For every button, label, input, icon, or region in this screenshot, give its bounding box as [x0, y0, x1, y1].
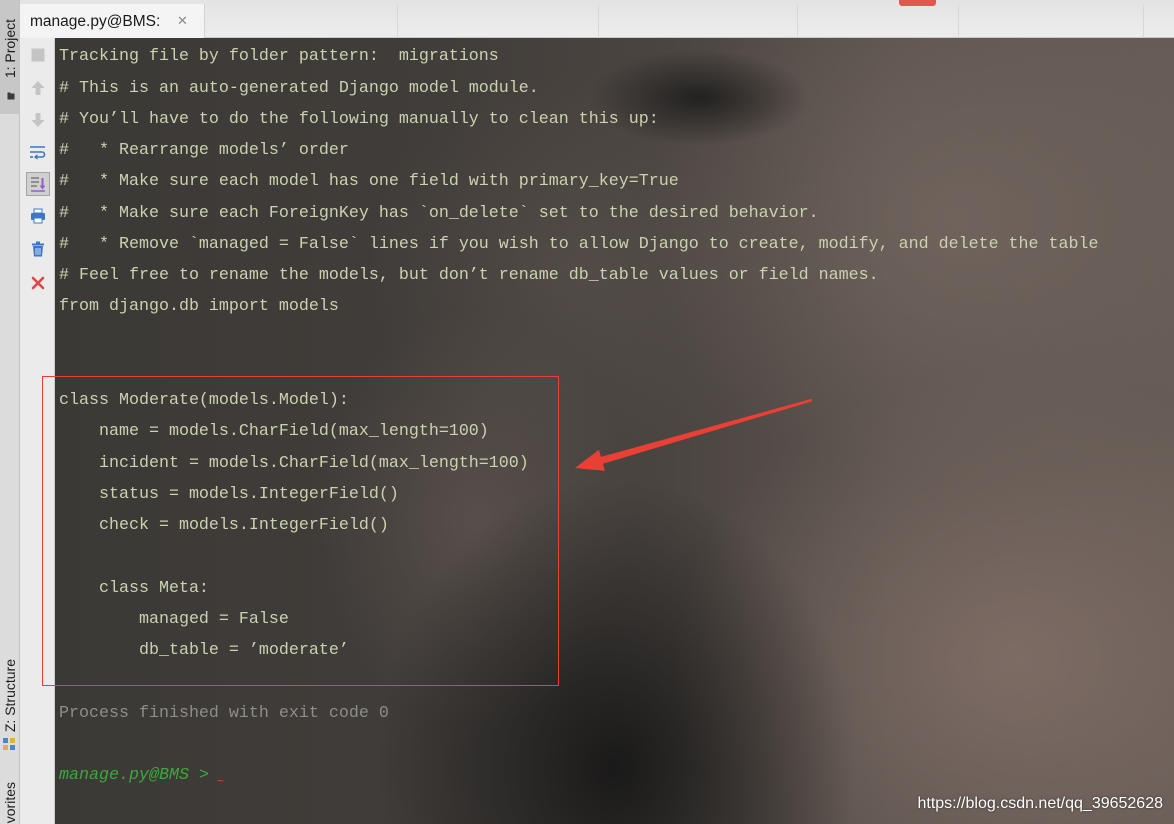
tab-label: manage.py@BMS: [30, 13, 161, 30]
console-line: Tracking file by folder pattern: migrati… [59, 47, 499, 67]
header-divider [397, 5, 398, 38]
console-toolbar [20, 38, 55, 824]
clear-all-button[interactable] [26, 237, 50, 261]
console-line: # * Make sure each model has one field w… [59, 172, 679, 192]
watermark: https://blog.csdn.net/qq_39652628 [917, 795, 1163, 812]
prompt-cursor-marker: ~ [216, 775, 225, 790]
tool-window-tab-favorites[interactable]: vorites [2, 782, 18, 823]
header-divider [958, 5, 959, 38]
console-text: Tracking file by folder pattern: migrati… [59, 41, 1174, 791]
scroll-to-end-icon [31, 177, 46, 192]
header-divider [797, 5, 798, 38]
scroll-up-icon [31, 81, 45, 95]
model-field-line: status = models.IntegerField() [59, 484, 399, 504]
console-line: # * Remove `managed = False` lines if yo… [59, 234, 1099, 254]
tool-window-tab-project[interactable]: 1: Project [2, 19, 18, 78]
model-field-line: incident = models.CharField(max_length=1… [59, 453, 529, 473]
console-line: # * Make sure each ForeignKey has `on_de… [59, 203, 819, 223]
console-line: # * Rearrange models’ order [59, 141, 349, 161]
close-console-button[interactable] [26, 271, 50, 295]
left-tool-window-rail: 1: Project Z: Structure vorites [0, 0, 20, 824]
model-field-line: name = models.CharField(max_length=100) [59, 422, 489, 442]
print-button[interactable] [26, 204, 50, 228]
soft-wrap-button[interactable] [26, 140, 50, 164]
model-class-line: class Moderate(models.Model): [59, 391, 349, 411]
model-field-line: check = models.IntegerField() [59, 516, 389, 536]
scroll-up-button[interactable] [26, 76, 50, 100]
meta-option-line: db_table = ’moderate’ [59, 641, 349, 661]
console-line: # This is an auto-generated Django model… [59, 78, 539, 98]
console-output[interactable]: Tracking file by folder pattern: migrati… [55, 38, 1174, 824]
meta-class-line: class Meta: [59, 578, 209, 598]
close-icon [31, 276, 45, 290]
exit-message: Process finished with exit code 0 [59, 703, 389, 723]
stop-icon [31, 48, 45, 62]
tab-manage-py[interactable]: manage.py@BMS: ✕ [20, 4, 205, 38]
console-input-prompt[interactable]: manage.py@BMS > ~ [59, 760, 1174, 791]
clear-all-icon [32, 241, 44, 257]
scroll-to-end-button[interactable] [26, 172, 50, 196]
meta-option-line: managed = False [59, 609, 289, 629]
header-divider [1143, 5, 1144, 38]
print-icon [31, 208, 45, 224]
project-icon [7, 92, 15, 100]
stop-button[interactable] [26, 43, 50, 67]
window-close-button[interactable] [899, 0, 936, 6]
console-line: # You’ll have to do the following manual… [59, 109, 659, 129]
soft-wrap-icon [30, 146, 46, 160]
tool-window-tab-structure[interactable]: Z: Structure [2, 659, 18, 732]
tab-close-button[interactable]: ✕ [177, 14, 188, 29]
header-divider [598, 5, 599, 38]
scroll-down-button[interactable] [26, 108, 50, 132]
prompt-text: manage.py@BMS > [59, 766, 209, 786]
scroll-down-icon [31, 113, 45, 127]
console-line: from django.db import models [59, 297, 339, 317]
tab-bar: manage.py@BMS: ✕ [20, 0, 1174, 38]
console-line: # Feel free to rename the models, but do… [59, 266, 879, 286]
structure-icon [3, 738, 15, 750]
